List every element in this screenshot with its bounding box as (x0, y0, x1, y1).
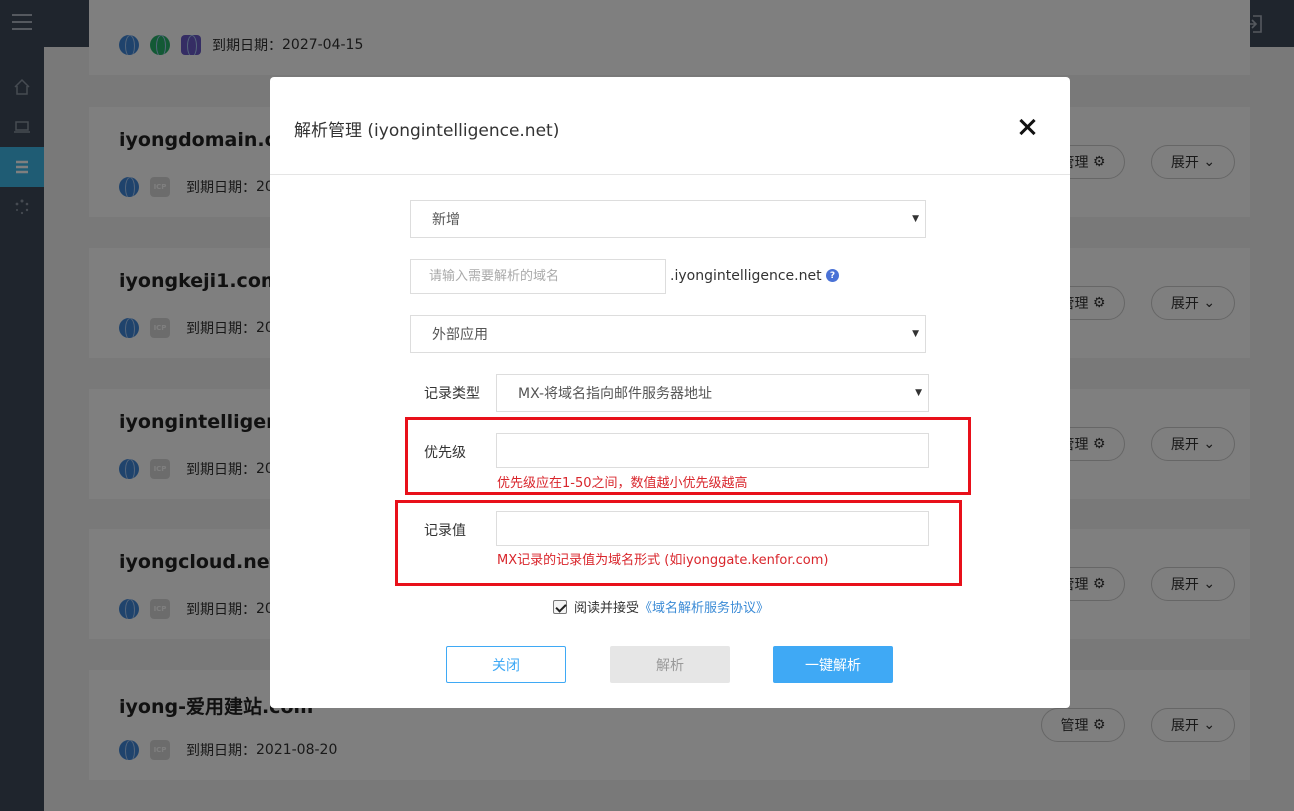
domain-suffix: .iyongintelligence.net (670, 268, 822, 284)
priority-label: 优先级 (424, 445, 466, 461)
app-select-value: 外部应用 (432, 327, 488, 343)
action-select-value: 新增 (432, 212, 460, 228)
caret-down-icon: ▼ (912, 329, 919, 339)
priority-input[interactable] (496, 433, 929, 468)
agreement-link[interactable]: 《域名解析服务协议》 (639, 597, 769, 616)
record-type-select[interactable]: MX-将域名指向邮件服务器地址 ▼ (496, 374, 929, 412)
record-value-input[interactable] (496, 511, 929, 546)
caret-down-icon: ▼ (912, 214, 919, 224)
record-type-label: 记录类型 (424, 386, 480, 402)
caret-down-icon: ▼ (915, 388, 922, 398)
dialog-header: 解析管理 (iyongintelligence.net) (270, 77, 1070, 175)
close-button[interactable]: 关闭 (446, 646, 566, 683)
record-value-hint: MX记录的记录值为域名形式 (如iyonggate.kenfor.com) (497, 553, 829, 568)
agree-checkbox[interactable] (553, 599, 567, 614)
record-type-value: MX-将域名指向邮件服务器地址 (518, 386, 713, 402)
quick-parse-button[interactable]: 一键解析 (773, 646, 893, 683)
parse-button[interactable]: 解析 (610, 646, 730, 683)
agreement-row: 阅读并接受 《域名解析服务协议》 (553, 597, 769, 616)
subdomain-input[interactable] (410, 259, 666, 294)
help-icon[interactable]: ? (826, 269, 839, 282)
priority-hint: 优先级应在1-50之间，数值越小优先级越高 (497, 476, 748, 491)
action-select[interactable]: 新增 ▼ (410, 200, 926, 238)
record-value-label: 记录值 (424, 523, 466, 539)
agree-text: 阅读并接受 (574, 601, 640, 616)
dns-manage-dialog: 解析管理 (iyongintelligence.net) 新增 ▼ .iyong… (270, 77, 1070, 708)
dialog-title: 解析管理 (iyongintelligence.net) (294, 121, 560, 141)
close-icon[interactable] (1017, 117, 1037, 137)
app-select[interactable]: 外部应用 ▼ (410, 315, 926, 353)
